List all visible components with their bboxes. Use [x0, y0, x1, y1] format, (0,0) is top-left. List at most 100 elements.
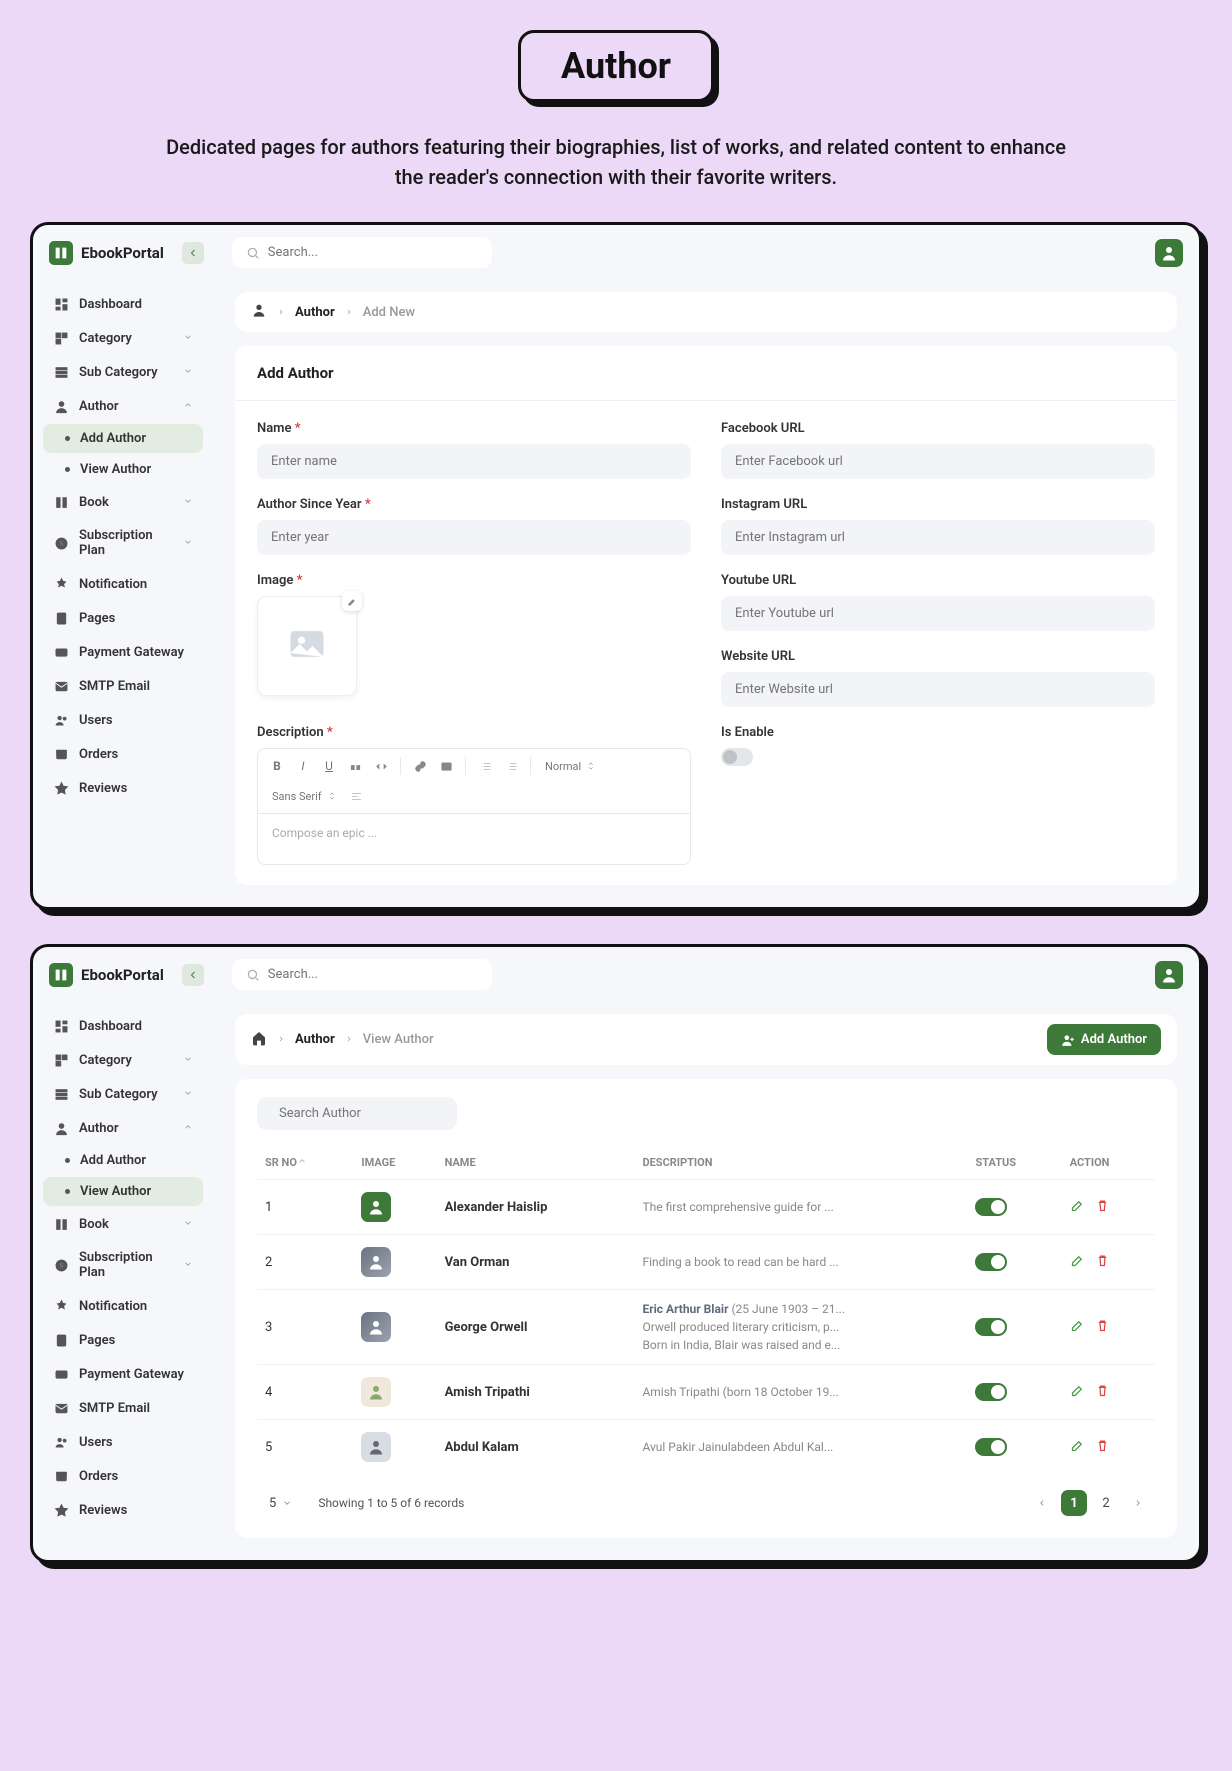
- sidebar-item-smtp-email[interactable]: SMTP Email: [43, 1392, 203, 1424]
- delete-button[interactable]: [1095, 1383, 1110, 1402]
- sidebar-collapse-button[interactable]: [182, 242, 204, 264]
- status-toggle[interactable]: [975, 1383, 1007, 1401]
- chevron-down-icon: [183, 331, 193, 346]
- page-size-select[interactable]: 5: [261, 1492, 300, 1515]
- table-search-input[interactable]: [279, 1106, 445, 1121]
- website-input[interactable]: [721, 672, 1155, 707]
- user-avatar[interactable]: [1155, 239, 1183, 267]
- sidebar-item-pages[interactable]: Pages: [43, 1324, 203, 1356]
- sidebar-item-sub-category[interactable]: Sub Category: [43, 1078, 203, 1110]
- edit-button[interactable]: [1070, 1383, 1085, 1402]
- chevron-right-icon: [345, 1032, 353, 1047]
- sidebar-item-view-author[interactable]: View Author: [43, 455, 203, 484]
- rte-italic-button[interactable]: I: [292, 755, 314, 777]
- user-avatar[interactable]: [1155, 961, 1183, 989]
- rte-unordered-list-button[interactable]: [500, 755, 522, 777]
- edit-button[interactable]: [1070, 1198, 1085, 1217]
- rte-font-select[interactable]: Sans Serif: [266, 788, 342, 805]
- sidebar-item-pages[interactable]: Pages: [43, 602, 203, 634]
- year-input[interactable]: [257, 520, 691, 555]
- sidebar-item-notification[interactable]: Notification: [43, 568, 203, 600]
- rte-align-button[interactable]: [346, 785, 368, 807]
- table-search[interactable]: [257, 1097, 457, 1130]
- sidebar-item-add-author[interactable]: Add Author: [43, 424, 203, 453]
- sidebar-item-orders[interactable]: Orders: [43, 1460, 203, 1492]
- chevron-right-icon: [277, 305, 285, 320]
- facebook-input[interactable]: [721, 444, 1155, 479]
- add-author-button[interactable]: Add Author: [1047, 1024, 1161, 1055]
- sidebar-item-dashboard[interactable]: Dashboard: [43, 288, 203, 320]
- edit-button[interactable]: [1070, 1318, 1085, 1337]
- rte-underline-button[interactable]: U: [318, 755, 340, 777]
- rte-link-button[interactable]: [409, 755, 431, 777]
- logo[interactable]: EbookPortal: [49, 963, 164, 987]
- sidebar-item-category[interactable]: Category: [43, 322, 203, 354]
- chevron-down-icon: [183, 1217, 193, 1232]
- name-input[interactable]: [257, 444, 691, 479]
- svg-text:$: $: [59, 540, 63, 548]
- sidebar-item-add-author[interactable]: Add Author: [43, 1146, 203, 1175]
- table-row: 3 George Orwell Eric Arthur Blair (25 Ju…: [257, 1290, 1155, 1365]
- page-prev[interactable]: [1029, 1490, 1055, 1516]
- search-input[interactable]: [268, 245, 478, 260]
- sidebar-item-orders[interactable]: Orders: [43, 738, 203, 770]
- status-toggle[interactable]: [975, 1318, 1007, 1336]
- image-upload[interactable]: [257, 596, 357, 696]
- sidebar-item-notification[interactable]: Notification: [43, 1290, 203, 1322]
- sidebar-item-users[interactable]: Users: [43, 1426, 203, 1458]
- sidebar-item-book[interactable]: Book: [43, 486, 203, 518]
- rte-code-button[interactable]: [370, 755, 392, 777]
- chevron-up-icon: [183, 399, 193, 414]
- sidebar-item-author[interactable]: Author: [43, 1112, 203, 1144]
- sidebar-item-users[interactable]: Users: [43, 704, 203, 736]
- sidebar-item-subscription-plan[interactable]: $Subscription Plan: [43, 520, 203, 566]
- sidebar-item-author[interactable]: Author: [43, 390, 203, 422]
- status-toggle[interactable]: [975, 1198, 1007, 1216]
- breadcrumb-parent[interactable]: Author: [295, 1032, 335, 1047]
- rte-ordered-list-button[interactable]: [474, 755, 496, 777]
- sidebar-item-subscription-plan[interactable]: $Subscription Plan: [43, 1242, 203, 1288]
- breadcrumb-home-icon[interactable]: [251, 1030, 267, 1050]
- rte-heading-select[interactable]: Normal: [539, 758, 601, 775]
- rte-textarea[interactable]: Compose an epic ...: [258, 814, 690, 864]
- sidebar-item-view-author[interactable]: View Author: [43, 1177, 203, 1206]
- rte-quote-button[interactable]: [344, 755, 366, 777]
- breadcrumb-parent[interactable]: Author: [295, 305, 335, 320]
- instagram-input[interactable]: [721, 520, 1155, 555]
- status-toggle[interactable]: [975, 1438, 1007, 1456]
- status-toggle[interactable]: [975, 1253, 1007, 1271]
- delete-button[interactable]: [1095, 1318, 1110, 1337]
- page-1[interactable]: 1: [1061, 1490, 1087, 1516]
- sidebar-item-reviews[interactable]: Reviews: [43, 1494, 203, 1526]
- sidebar-item-reviews[interactable]: Reviews: [43, 772, 203, 804]
- search-input[interactable]: [268, 967, 478, 982]
- author-icon: [53, 398, 69, 414]
- col-sr[interactable]: SR NO: [257, 1146, 353, 1180]
- rte-image-button[interactable]: [435, 755, 457, 777]
- logo[interactable]: EbookPortal: [49, 241, 164, 265]
- delete-button[interactable]: [1095, 1438, 1110, 1457]
- sidebar-item-category[interactable]: Category: [43, 1044, 203, 1076]
- sidebar-item-payment-gateway[interactable]: Payment Gateway: [43, 636, 203, 668]
- search-box[interactable]: [232, 237, 492, 268]
- website-label: Website URL: [721, 649, 1155, 664]
- enable-toggle[interactable]: [721, 748, 753, 766]
- edit-button[interactable]: [1070, 1253, 1085, 1272]
- youtube-input[interactable]: [721, 596, 1155, 631]
- image-edit-badge[interactable]: [342, 591, 362, 611]
- edit-button[interactable]: [1070, 1438, 1085, 1457]
- search-box[interactable]: [232, 959, 492, 990]
- breadcrumb-home-icon[interactable]: [251, 302, 267, 322]
- page-2[interactable]: 2: [1093, 1490, 1119, 1516]
- rte-bold-button[interactable]: B: [266, 755, 288, 777]
- delete-button[interactable]: [1095, 1253, 1110, 1272]
- sidebar-item-payment-gateway[interactable]: Payment Gateway: [43, 1358, 203, 1390]
- sidebar-item-book[interactable]: Book: [43, 1208, 203, 1240]
- page-next[interactable]: [1125, 1490, 1151, 1516]
- delete-button[interactable]: [1095, 1198, 1110, 1217]
- table-row: 2 Van Orman Finding a book to read can b…: [257, 1235, 1155, 1290]
- sidebar-item-dashboard[interactable]: Dashboard: [43, 1010, 203, 1042]
- sidebar-collapse-button[interactable]: [182, 964, 204, 986]
- sidebar-item-sub-category[interactable]: Sub Category: [43, 356, 203, 388]
- sidebar-item-smtp-email[interactable]: SMTP Email: [43, 670, 203, 702]
